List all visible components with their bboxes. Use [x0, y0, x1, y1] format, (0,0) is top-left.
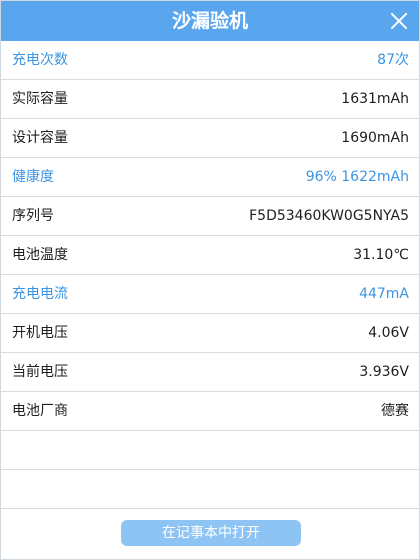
close-icon[interactable] [385, 7, 413, 35]
row-value: 德赛 [381, 403, 409, 419]
row-label: 实际容量 [12, 91, 68, 107]
row-label: 设计容量 [12, 130, 68, 146]
list-item-current-voltage: 当前电压 3.936V [1, 353, 419, 392]
row-label: 当前电压 [12, 364, 68, 380]
window-title: 沙漏验机 [171, 10, 248, 32]
battery-info-list: 充电次数 87次 实际容量 1631mAh 设计容量 1690mAh 健康度 9… [1, 41, 419, 509]
row-label: 电池厂商 [12, 403, 68, 419]
row-label: 电池温度 [12, 247, 68, 263]
row-label: 开机电压 [12, 325, 68, 341]
row-label: 序列号 [12, 208, 54, 224]
list-item-actual-capacity: 实际容量 1631mAh [1, 80, 419, 119]
row-value: 31.10℃ [353, 247, 409, 263]
row-value: 1631mAh [341, 91, 409, 107]
list-item-empty [1, 431, 419, 470]
row-value: 447mA [359, 286, 409, 302]
list-item-battery-manufacturer: 电池厂商 德赛 [1, 392, 419, 431]
list-item-health: 健康度 96% 1622mAh [1, 158, 419, 197]
list-item-boot-voltage: 开机电压 4.06V [1, 314, 419, 353]
row-value: 3.936V [359, 364, 409, 380]
row-value: 1690mAh [341, 130, 409, 146]
battery-info-window: 沙漏验机 充电次数 87次 实际容量 1631mAh 设计容量 1690mAh … [0, 0, 420, 560]
row-value: 4.06V [368, 325, 409, 341]
list-item-design-capacity: 设计容量 1690mAh [1, 119, 419, 158]
list-item-empty [1, 470, 419, 509]
row-label: 充电次数 [12, 52, 68, 68]
open-in-notepad-button[interactable]: 在记事本中打开 [121, 520, 301, 546]
list-item-battery-temperature: 电池温度 31.10℃ [1, 236, 419, 275]
list-item-charge-count: 充电次数 87次 [1, 41, 419, 80]
title-bar: 沙漏验机 [1, 1, 419, 41]
row-value: 87次 [377, 52, 409, 68]
row-value: F5D53460KW0G5NYA5 [249, 208, 409, 224]
list-item-charge-current: 充电电流 447mA [1, 275, 419, 314]
row-label: 健康度 [12, 169, 54, 185]
list-item-serial-number: 序列号 F5D53460KW0G5NYA5 [1, 197, 419, 236]
row-value: 96% 1622mAh [305, 169, 409, 185]
row-label: 充电电流 [12, 286, 68, 302]
